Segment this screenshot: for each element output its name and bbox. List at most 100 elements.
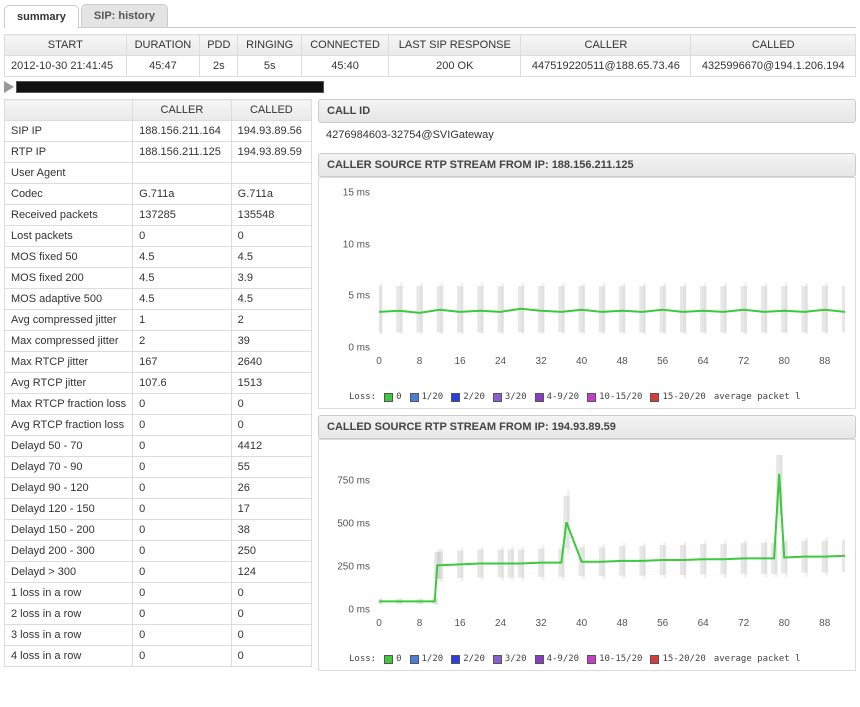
metrics-cell: 4.5 [133,289,232,310]
metrics-cell: 0 [231,604,311,625]
metrics-cell [231,163,311,184]
x-tick: 16 [454,618,465,629]
legend-swatch [410,393,419,402]
table-row: Delayd 200 - 3000250 [5,541,312,562]
metrics-cell: 0 [231,415,311,436]
legend-swatch [535,393,544,402]
chart2: 0 ms250 ms500 ms750 ms 08162432404856647… [318,439,856,671]
summary-cell: 45:47 [126,56,200,77]
summary-cell: 5s [238,56,301,77]
tab-sip-history[interactable]: SIP: history [81,4,168,27]
legend-text: 4-9/20 [547,654,580,664]
metrics-cell: 38 [231,520,311,541]
legend-swatch [451,393,460,402]
tab-summary[interactable]: summary [4,5,79,28]
player-track[interactable] [16,81,324,93]
x-tick: 56 [657,356,668,367]
summary-col: LAST SIP RESPONSE [389,35,521,56]
table-row: 2 loss in a row00 [5,604,312,625]
summary-cell: 2s [200,56,238,77]
metrics-col: CALLER [133,100,232,121]
metrics-cell: Avg RTCP fraction loss [5,415,133,436]
legend-text: 10-15/20 [599,392,642,402]
legend-tail: average packet l [714,654,801,664]
metrics-cell: 0 [133,394,232,415]
table-row: SIP IP188.156.211.164194.93.89.56 [5,121,312,142]
x-tick: 80 [779,356,790,367]
metrics-cell: 2 loss in a row [5,604,133,625]
play-icon[interactable] [4,81,14,93]
legend-item: 4-9/20 [535,654,580,664]
metrics-cell: 3.9 [231,268,311,289]
legend-swatch [384,393,393,402]
y-tick: 0 ms [348,343,370,354]
y-tick: 5 ms [348,291,370,302]
metrics-col [5,100,133,121]
metrics-cell: 135548 [231,205,311,226]
summary-col: CALLER [521,35,691,56]
legend-item: 2/20 [451,392,485,402]
metrics-cell: 0 [133,226,232,247]
metrics-cell: 1 [133,310,232,331]
legend-text: 1/20 [422,392,444,402]
summary-col: DURATION [126,35,200,56]
metrics-cell: 0 [133,499,232,520]
metrics-cell: Lost packets [5,226,133,247]
legend-label: Loss: [349,392,376,402]
metrics-cell: Avg compressed jitter [5,310,133,331]
summary-col: CONNECTED [301,35,388,56]
metrics-cell: Max compressed jitter [5,331,133,352]
legend-text: 10-15/20 [599,654,642,664]
x-tick: 8 [417,356,423,367]
metrics-cell: RTP IP [5,142,133,163]
metrics-cell: 0 [231,394,311,415]
legend-swatch [650,393,659,402]
table-row: Avg RTCP jitter107.61513 [5,373,312,394]
metrics-cell: 4.5 [231,247,311,268]
metrics-cell: 2 [133,331,232,352]
legend-text: 3/20 [505,392,527,402]
legend-item: 0 [384,654,401,664]
metrics-cell: 0 [133,583,232,604]
y-tick: 750 ms [337,475,370,486]
metrics-cell: 4412 [231,436,311,457]
metrics-cell: 4.5 [231,289,311,310]
metrics-cell: Delayd 150 - 200 [5,520,133,541]
x-tick: 8 [417,618,423,629]
x-tick: 48 [617,618,628,629]
summary-table: STARTDURATIONPDDRINGINGCONNECTEDLAST SIP… [4,34,856,77]
summary-cell: 200 OK [389,56,521,77]
x-tick: 0 [376,618,382,629]
table-row: Max RTCP jitter1672640 [5,352,312,373]
legend-swatch [493,393,502,402]
table-row: Lost packets00 [5,226,312,247]
legend-text: 0 [396,654,401,664]
metrics-cell: 250 [231,541,311,562]
legend-item: 15-20/20 [650,392,705,402]
x-tick: 40 [576,356,587,367]
x-tick: 64 [698,356,709,367]
legend-item: 1/20 [410,654,444,664]
metrics-cell: 2 [231,310,311,331]
metrics-cell: 0 [133,604,232,625]
metrics-cell: MOS fixed 200 [5,268,133,289]
metrics-cell: Avg RTCP jitter [5,373,133,394]
legend-label: Loss: [349,654,376,664]
legend-item: 15-20/20 [650,654,705,664]
legend-swatch [535,655,544,664]
metrics-cell: 0 [231,646,311,667]
metrics-cell: 17 [231,499,311,520]
x-tick: 72 [738,618,749,629]
metrics-cell: 0 [231,625,311,646]
legend-text: 15-20/20 [662,392,705,402]
metrics-table: CALLERCALLED SIP IP188.156.211.164194.93… [4,99,312,667]
metrics-cell: 194.93.89.56 [231,121,311,142]
x-tick: 24 [495,356,506,367]
table-row: Max RTCP fraction loss00 [5,394,312,415]
metrics-cell: 3 loss in a row [5,625,133,646]
table-row: MOS adaptive 5004.54.5 [5,289,312,310]
callid-header: CALL ID [318,99,856,123]
metrics-cell: G.711a [133,184,232,205]
metrics-cell: 137285 [133,205,232,226]
legend-text: 1/20 [422,654,444,664]
